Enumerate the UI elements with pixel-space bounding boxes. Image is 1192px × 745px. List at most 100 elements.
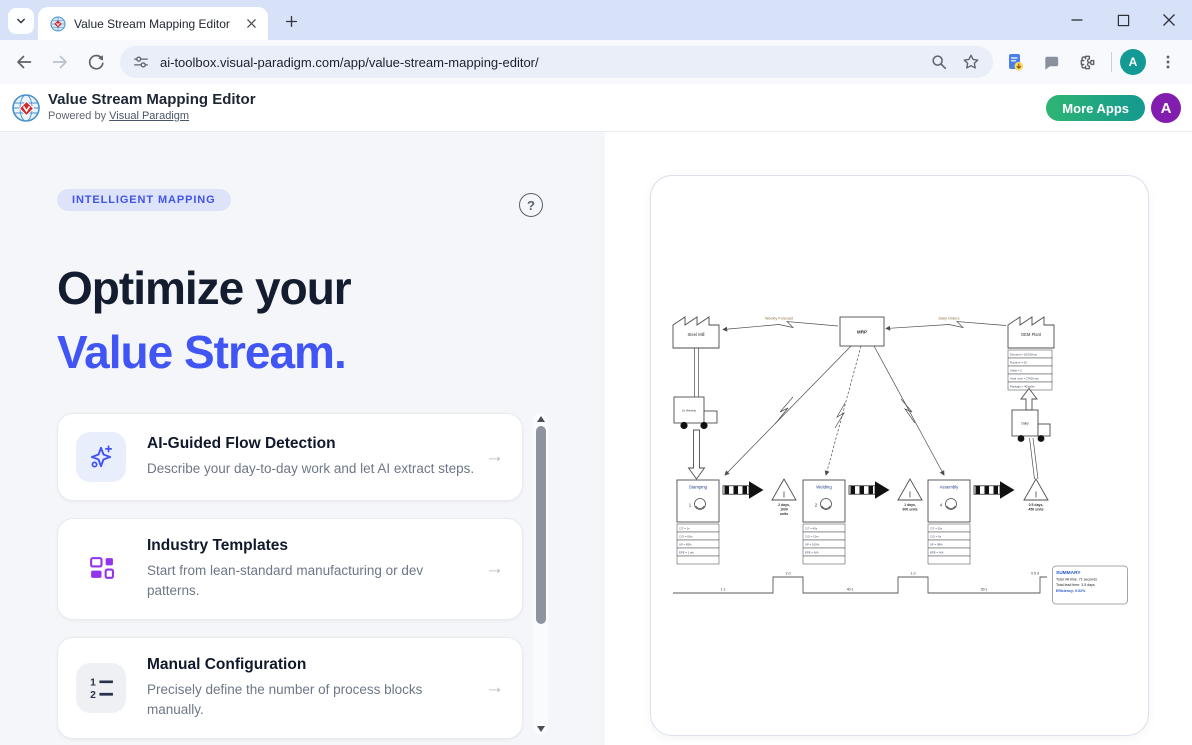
back-arrow-icon (14, 52, 34, 72)
factory-oem-plant: OEM Plant (1008, 317, 1054, 348)
card-icon-tile (76, 544, 126, 594)
profile-avatar[interactable]: A (1120, 49, 1146, 75)
svg-text:0.5 d: 0.5 d (1031, 572, 1039, 576)
main-content: INTELLIGENT MAPPING ? Optimize your Valu… (0, 132, 1192, 745)
page-title: Optimize your Value Stream. (57, 256, 351, 384)
svg-text:900 units: 900 units (902, 508, 917, 512)
svg-text:MRP: MRP (857, 330, 867, 335)
svg-text:Steel Mill: Steel Mill (688, 332, 705, 337)
svg-text:0.5 days,: 0.5 days, (1029, 503, 1044, 507)
minimize-button[interactable] (1054, 0, 1100, 40)
star-icon (962, 53, 980, 71)
svg-text:Runtime = 20: Runtime = 20 (1010, 360, 1027, 364)
document-download-icon (1005, 52, 1025, 72)
scrollbar-down-arrow[interactable] (537, 726, 545, 732)
truck-2x-weekly: 2x Weekly (674, 397, 717, 429)
info-flow-daily-orders: Daily Orders (886, 317, 1006, 329)
right-panel: Steel Mill MRP OEM Plant Weekly Forecast (605, 132, 1192, 745)
svg-text:1000: 1000 (780, 508, 788, 512)
tab-close-button[interactable] (242, 15, 260, 33)
svg-text:C/O = 60m: C/O = 60m (679, 534, 693, 538)
vsm-diagram-preview: Steel Mill MRP OEM Plant Weekly Forecast (655, 300, 1145, 620)
svg-text:Daily: Daily (1021, 422, 1028, 426)
svg-text:2: 2 (90, 690, 96, 701)
svg-text:Assembly: Assembly (940, 485, 959, 490)
address-bar[interactable]: ai-toolbox.visual-paradigm.com/app/value… (120, 46, 993, 78)
help-icon[interactable]: ? (519, 193, 543, 217)
shipping-arrow-up (1021, 389, 1037, 411)
card-ai-guided-flow-detection[interactable]: AI-Guided Flow Detection Describe your d… (57, 413, 523, 501)
browser-tab[interactable]: Value Stream Mapping Editor (38, 7, 268, 40)
svg-text:OEM Plant: OEM Plant (1021, 332, 1042, 337)
more-apps-button[interactable]: More Apps (1046, 95, 1145, 121)
puzzle-icon (1078, 53, 1097, 72)
scrollbar-up-arrow[interactable] (537, 416, 545, 422)
push-arrow-3 (974, 481, 1015, 498)
browser-toolbar: ai-toolbox.visual-paradigm.com/app/value… (0, 40, 1192, 84)
download-extension-button[interactable] (1001, 48, 1029, 76)
site-info-icon[interactable] (132, 53, 150, 71)
plus-icon (284, 14, 299, 29)
svg-text:1: 1 (90, 678, 96, 689)
svg-text:Demand = 18,000/mo: Demand = 18,000/mo (1010, 352, 1037, 356)
bookmark-button[interactable] (961, 52, 981, 72)
process-stamping: Stamping 1 (677, 480, 719, 522)
tab-search-button[interactable] (8, 8, 34, 34)
powered-by-prefix: Powered by (48, 110, 106, 122)
tab-favicon-icon (50, 16, 66, 32)
close-window-button[interactable] (1146, 0, 1192, 40)
back-button[interactable] (10, 48, 38, 76)
push-arrow-1 (723, 481, 764, 498)
svg-text:UP = 100%: UP = 100% (805, 542, 820, 546)
cards-scrollbar[interactable] (533, 413, 548, 735)
svg-text:40 s: 40 s (847, 588, 854, 592)
timeline: 1 s 2 d 40 s 1 d 30 s 0.5 d (673, 572, 1047, 593)
maximize-icon (1117, 14, 1130, 27)
magnifier-icon (930, 53, 948, 71)
reload-button[interactable] (82, 48, 110, 76)
card-text: AI-Guided Flow Detection Describe your d… (147, 435, 474, 479)
svg-text:Welding: Welding (816, 485, 832, 490)
scrollbar-thumb[interactable] (536, 426, 546, 624)
svg-text:1 days,: 1 days, (904, 503, 916, 507)
card-title: Manual Configuration (147, 656, 447, 674)
svg-text:Stamping: Stamping (689, 485, 708, 490)
svg-text:units: units (780, 512, 788, 516)
new-tab-button[interactable] (280, 10, 302, 32)
svg-text:Package = 40/pallet: Package = 40/pallet (1010, 384, 1035, 388)
svg-text:C/T = 30s: C/T = 30s (930, 526, 943, 530)
svg-text:EPE = 1 wk: EPE = 1 wk (679, 550, 694, 554)
process-data-box-welding: C/T = 40s C/O = 10m UP = 100% EPE = N/A (803, 524, 845, 564)
forward-button[interactable] (46, 48, 74, 76)
card-industry-templates[interactable]: Industry Templates Start from lean-stand… (57, 518, 523, 620)
app-title: Value Stream Mapping Editor (48, 91, 256, 108)
svg-text:EPE = N/A: EPE = N/A (805, 550, 819, 554)
card-text: Industry Templates Start from lean-stand… (147, 537, 447, 601)
svg-text:UP = 85%: UP = 85% (679, 542, 692, 546)
svg-text:Total lead time: 3.5 days: Total lead time: 3.5 days (1056, 583, 1095, 587)
card-manual-configuration[interactable]: 1 2 Manual Configuration Precisely defin… (57, 637, 523, 739)
extensions-button[interactable] (1073, 48, 1101, 76)
mrp-schedule-arrows (725, 346, 944, 475)
kebab-menu-icon (1159, 53, 1177, 71)
visual-paradigm-link[interactable]: Visual Paradigm (109, 110, 189, 122)
push-arrow-2 (849, 481, 890, 498)
url-text[interactable]: ai-toolbox.visual-paradigm.com/app/value… (160, 55, 917, 70)
intelligent-mapping-badge: INTELLIGENT MAPPING (57, 189, 231, 211)
account-avatar[interactable]: A (1151, 93, 1181, 123)
inventory-triangle-1: I 2 days, 1000 units (772, 479, 796, 516)
side-panel-button[interactable] (1037, 48, 1065, 76)
inventory-triangle-2: I 1 days, 900 units (898, 479, 922, 512)
summary-box: SUMMARY Total VA time: 71 seconds Total … (1053, 566, 1128, 604)
chevron-down-icon (13, 13, 29, 29)
close-icon (246, 18, 257, 29)
process-welding: Welding 2 (803, 480, 845, 522)
info-flow-weekly-forecast: Weekly Forecast (723, 317, 838, 330)
zoom-button[interactable] (929, 52, 949, 72)
maximize-button[interactable] (1100, 0, 1146, 40)
heading-line-2: Value Stream. (57, 320, 351, 384)
browser-menu-button[interactable] (1154, 48, 1182, 76)
svg-text:UP = 98%: UP = 98% (930, 542, 943, 546)
app-header: Value Stream Mapping Editor Powered by V… (0, 84, 1192, 132)
left-panel: INTELLIGENT MAPPING ? Optimize your Valu… (0, 132, 605, 745)
